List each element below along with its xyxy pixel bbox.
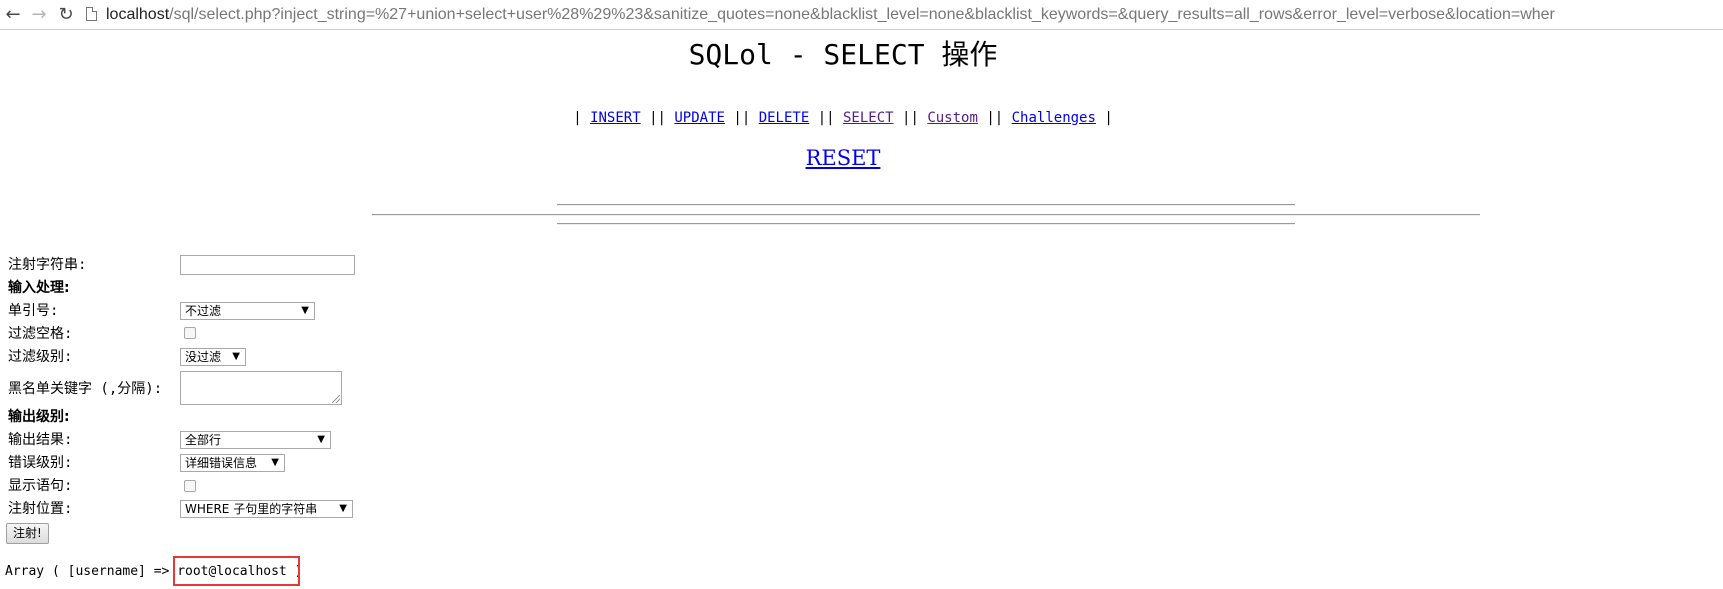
dropdown-arrow-icon: ▼ [232, 351, 240, 362]
show-query-checkbox[interactable] [184, 480, 196, 492]
inject-submit-button[interactable]: 注射! [6, 523, 49, 544]
blacklist-level-value: 没过滤 [185, 350, 222, 364]
forward-arrow-icon[interactable]: → [29, 4, 49, 26]
back-arrow-icon[interactable]: ← [3, 4, 23, 26]
nav-separator: || [986, 110, 1004, 126]
blacklist-keywords-label: 黑名单关键字 (,分隔): [8, 381, 163, 397]
reset-container: RESET [0, 144, 1686, 172]
inject-string-input[interactable] [180, 255, 355, 275]
blacklist-level-select[interactable]: 没过滤 ▼ [180, 348, 246, 366]
reload-icon[interactable]: ↻ [56, 4, 76, 26]
error-level-value: 详细错误信息 [185, 456, 258, 470]
results-select[interactable]: 全部行 ▼ [180, 431, 331, 449]
location-label: 注射位置: [8, 501, 73, 517]
nav-separator: || [733, 110, 751, 126]
results-label: 输出结果: [8, 432, 73, 448]
browser-toolbar: ← → ↻ localhost/sql/select.php?inject_st… [0, 0, 1723, 30]
divider [557, 204, 1295, 206]
nav-link-challenges[interactable]: Challenges [1012, 110, 1096, 126]
nav-link-insert[interactable]: INSERT [590, 110, 641, 126]
divider [372, 214, 1480, 216]
dropdown-arrow-icon: ▼ [317, 434, 325, 445]
nav-link-select[interactable]: SELECT [843, 110, 894, 126]
dropdown-arrow-icon: ▼ [271, 457, 279, 468]
spaces-label: 过滤空格: [8, 326, 73, 342]
divider [557, 223, 1295, 225]
quotes-select[interactable]: 不过滤 ▼ [180, 302, 315, 320]
output-section-heading: 输出级别: [8, 409, 70, 425]
url-path: /sql/select.php?inject_string=%27+union+… [169, 6, 1555, 23]
quotes-select-value: 不过滤 [185, 304, 222, 318]
top-nav: | INSERT || UPDATE || DELETE || SELECT |… [0, 108, 1686, 128]
nav-separator: || [902, 110, 919, 126]
filter-spaces-checkbox[interactable] [184, 327, 196, 339]
dropdown-arrow-icon: ▼ [339, 503, 347, 514]
show-query-label: 显示语句: [8, 478, 73, 494]
location-select-value: WHERE 子句里的字符串 [185, 502, 318, 516]
input-section-heading: 输入处理: [8, 280, 70, 296]
nav-link-custom[interactable]: Custom [927, 110, 978, 126]
dropdown-arrow-icon: ▼ [301, 305, 309, 316]
url-host: localhost [106, 6, 170, 23]
nav-separator: | [1095, 110, 1113, 126]
reset-link[interactable]: RESET [806, 146, 881, 170]
nav-link-delete[interactable]: DELETE [759, 110, 810, 126]
inject-string-label: 注射字符串: [8, 257, 87, 273]
results-select-value: 全部行 [185, 433, 222, 447]
location-select[interactable]: WHERE 子句里的字符串 ▼ [180, 500, 353, 518]
page-icon [86, 7, 97, 21]
nav-separator: | [573, 110, 591, 126]
blacklist-keywords-textarea[interactable] [180, 371, 342, 405]
resize-grip-icon[interactable] [332, 395, 340, 403]
quotes-label: 单引号: [8, 303, 59, 319]
nav-separator: || [817, 110, 835, 126]
page-title: SQLol - SELECT 操作 [688, 38, 998, 71]
blacklist-level-label: 过滤级别: [8, 349, 73, 365]
result-prefix: Array ( [username] => [5, 564, 178, 579]
error-level-select[interactable]: 详细错误信息 ▼ [180, 454, 285, 472]
error-level-label: 错误级别: [8, 455, 73, 471]
address-bar[interactable]: localhost/sql/select.php?inject_string=%… [106, 5, 1723, 25]
highlight-box [173, 556, 300, 586]
nav-separator: || [649, 110, 666, 126]
nav-link-update[interactable]: UPDATE [674, 110, 725, 126]
